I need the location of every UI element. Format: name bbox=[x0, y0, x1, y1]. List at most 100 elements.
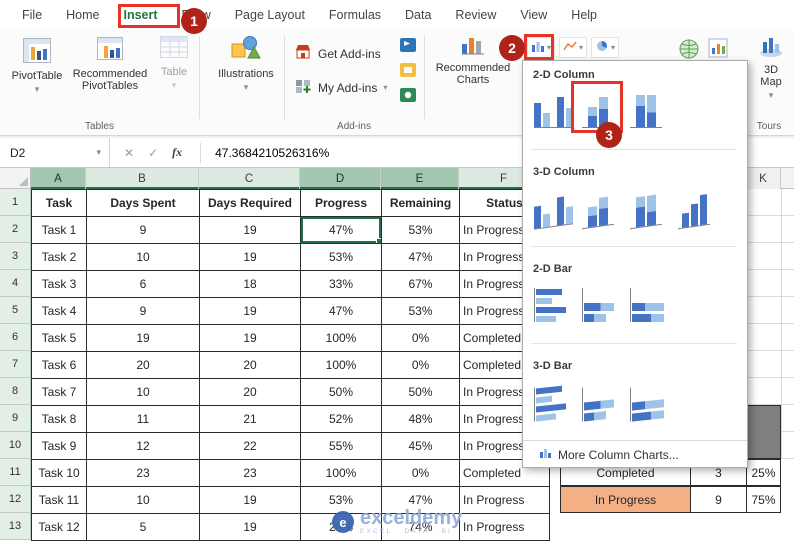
summary-completed-pct[interactable]: 25% bbox=[746, 459, 781, 486]
cell-A2[interactable]: Task 1 bbox=[31, 216, 87, 244]
cell-D3[interactable]: 53% bbox=[300, 243, 382, 271]
cell-B3[interactable]: 10 bbox=[86, 243, 200, 271]
cell-A6[interactable]: Task 5 bbox=[31, 324, 87, 352]
insert-function-icon[interactable]: fx bbox=[172, 145, 182, 160]
chart-type-100-stacked-bar[interactable] bbox=[625, 283, 667, 327]
chart-type-3d-clustered-column[interactable] bbox=[529, 186, 573, 230]
row-header-8[interactable]: 8 bbox=[0, 378, 31, 405]
tab-help[interactable]: Help bbox=[559, 1, 609, 29]
cell-A3[interactable]: Task 2 bbox=[31, 243, 87, 271]
row-header-4[interactable]: 4 bbox=[0, 270, 31, 297]
row-header-12[interactable]: 12 bbox=[0, 486, 31, 513]
enter-icon[interactable]: ✓ bbox=[148, 146, 158, 160]
cell-E4[interactable]: 67% bbox=[381, 270, 460, 298]
cell-B5[interactable]: 9 bbox=[86, 297, 200, 325]
cell-A9[interactable]: Task 8 bbox=[31, 405, 87, 433]
tab-view[interactable]: View bbox=[508, 1, 559, 29]
row-header-10[interactable]: 10 bbox=[0, 432, 31, 459]
header-progress[interactable]: Progress bbox=[300, 189, 382, 217]
summary-gray-cell[interactable] bbox=[746, 405, 781, 459]
tab-file[interactable]: File bbox=[10, 1, 54, 29]
select-all-corner[interactable] bbox=[0, 168, 31, 189]
tab-review[interactable]: Review bbox=[443, 1, 508, 29]
column-header-e[interactable]: E bbox=[381, 168, 459, 189]
tab-formulas[interactable]: Formulas bbox=[317, 1, 393, 29]
row-header-6[interactable]: 6 bbox=[0, 324, 31, 351]
my-addins-button[interactable]: My Add-ins ▾ bbox=[294, 78, 387, 97]
cell-B6[interactable]: 19 bbox=[86, 324, 200, 352]
column-header-k[interactable]: K bbox=[746, 168, 781, 189]
cell-E10[interactable]: 45% bbox=[381, 432, 460, 460]
addin-flag-icon[interactable] bbox=[400, 38, 416, 55]
cell-A8[interactable]: Task 7 bbox=[31, 378, 87, 406]
cell-A10[interactable]: Task 9 bbox=[31, 432, 87, 460]
cell-A11[interactable]: Task 10 bbox=[31, 459, 87, 487]
chart-type-3d-stacked-bar[interactable] bbox=[577, 380, 619, 424]
cell-E6[interactable]: 0% bbox=[381, 324, 460, 352]
cell-A12[interactable]: Task 11 bbox=[31, 486, 87, 514]
cell-D11[interactable]: 100% bbox=[300, 459, 382, 487]
cell-B7[interactable]: 20 bbox=[86, 351, 200, 379]
cell-A5[interactable]: Task 4 bbox=[31, 297, 87, 325]
column-header-a[interactable]: A bbox=[31, 168, 86, 189]
cell-E11[interactable]: 0% bbox=[381, 459, 460, 487]
addin-camera-icon[interactable] bbox=[400, 88, 416, 105]
row-header-7[interactable]: 7 bbox=[0, 351, 31, 378]
header-remaining[interactable]: Remaining bbox=[381, 189, 460, 217]
table-button[interactable]: Table ▾ bbox=[152, 34, 196, 122]
cell-E3[interactable]: 47% bbox=[381, 243, 460, 271]
chart-type-3d-100-stacked-column[interactable] bbox=[625, 186, 667, 230]
cell-A4[interactable]: Task 3 bbox=[31, 270, 87, 298]
chart-type-3d-column[interactable] bbox=[673, 186, 715, 230]
formula-input[interactable]: 47.3684210526316% bbox=[211, 146, 329, 160]
cell-C6[interactable]: 19 bbox=[199, 324, 301, 352]
row-header-13[interactable]: 13 bbox=[0, 513, 31, 540]
cell-D10[interactable]: 55% bbox=[300, 432, 382, 460]
cell-E2[interactable]: 53% bbox=[381, 216, 460, 244]
chart-type-3d-stacked-column[interactable] bbox=[577, 186, 619, 230]
cell-E8[interactable]: 50% bbox=[381, 378, 460, 406]
cell-B10[interactable]: 12 bbox=[86, 432, 200, 460]
cell-D9[interactable]: 52% bbox=[300, 405, 382, 433]
row-header-11[interactable]: 11 bbox=[0, 459, 31, 486]
chart-type-stacked-bar[interactable] bbox=[577, 283, 619, 327]
cell-C7[interactable]: 20 bbox=[199, 351, 301, 379]
insert-pie-chart-button[interactable]: ▾ bbox=[591, 37, 620, 58]
cell-C5[interactable]: 19 bbox=[199, 297, 301, 325]
cell-B13[interactable]: 5 bbox=[86, 513, 200, 541]
cell-C9[interactable]: 21 bbox=[199, 405, 301, 433]
cell-B11[interactable]: 23 bbox=[86, 459, 200, 487]
cell-D2[interactable]: 47% bbox=[300, 216, 382, 244]
cell-B9[interactable]: 11 bbox=[86, 405, 200, 433]
cell-B4[interactable]: 6 bbox=[86, 270, 200, 298]
tab-data[interactable]: Data bbox=[393, 1, 443, 29]
cell-F13[interactable]: In Progress bbox=[459, 513, 550, 541]
chart-type-3d-100-stacked-bar[interactable] bbox=[625, 380, 667, 424]
chart-type-3d-clustered-bar[interactable] bbox=[529, 380, 571, 424]
pivottable-button[interactable]: PivotTable ▾ bbox=[8, 34, 66, 122]
header-task[interactable]: Task bbox=[31, 189, 87, 217]
row-header-1[interactable]: 1 bbox=[0, 189, 31, 216]
insert-line-chart-button[interactable]: ▾ bbox=[559, 37, 588, 58]
name-box-dropdown-icon[interactable]: ▾ bbox=[96, 147, 101, 158]
summary-inprogress-label[interactable]: In Progress bbox=[560, 486, 691, 513]
cell-B12[interactable]: 10 bbox=[86, 486, 200, 514]
cell-D6[interactable]: 100% bbox=[300, 324, 382, 352]
cell-D7[interactable]: 100% bbox=[300, 351, 382, 379]
cell-E9[interactable]: 48% bbox=[381, 405, 460, 433]
column-header-b[interactable]: B bbox=[86, 168, 199, 189]
cell-D4[interactable]: 33% bbox=[300, 270, 382, 298]
name-box[interactable]: D2 ▾ bbox=[0, 138, 110, 167]
chart-type-clustered-column[interactable] bbox=[529, 89, 573, 133]
summary-inprogress-pct[interactable]: 75% bbox=[746, 486, 781, 513]
column-header-d[interactable]: D bbox=[300, 168, 381, 189]
cell-E5[interactable]: 53% bbox=[381, 297, 460, 325]
more-column-charts-item[interactable]: More Column Charts... bbox=[529, 441, 747, 468]
header-days-required[interactable]: Days Required bbox=[199, 189, 301, 217]
cell-E7[interactable]: 0% bbox=[381, 351, 460, 379]
summary-inprogress-count[interactable]: 9 bbox=[690, 486, 747, 513]
illustrations-button[interactable]: Illustrations ▾ bbox=[212, 34, 280, 122]
chart-type-clustered-bar[interactable] bbox=[529, 283, 571, 327]
row-header-3[interactable]: 3 bbox=[0, 243, 31, 270]
cell-C12[interactable]: 19 bbox=[199, 486, 301, 514]
